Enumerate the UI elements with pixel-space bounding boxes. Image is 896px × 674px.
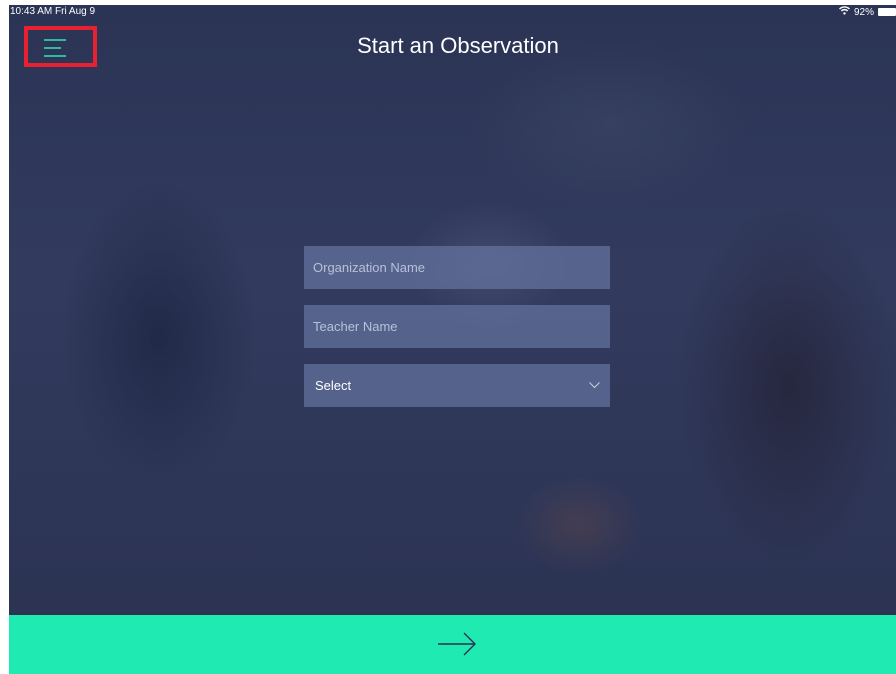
status-bar: 10:43 AM Fri Aug 9 92% [9, 5, 896, 19]
status-time: 10:43 AM Fri Aug 9 [10, 6, 96, 17]
battery-percent: 92% [853, 6, 874, 18]
chevron-down-icon [589, 382, 600, 389]
battery-icon [878, 8, 896, 16]
observation-select[interactable]: Select [304, 364, 610, 407]
status-indicators: 92% [838, 6, 896, 18]
organization-name-input[interactable] [304, 246, 610, 289]
teacher-name-input[interactable] [304, 305, 610, 348]
next-button[interactable] [9, 615, 896, 674]
wifi-icon [838, 6, 850, 18]
arrow-right-icon [438, 632, 476, 656]
page-title: Start an Observation [357, 33, 559, 58]
app-screen: 10:43 AM Fri Aug 9 92% Start an Observat… [9, 5, 896, 674]
select-value: Select [315, 378, 352, 393]
